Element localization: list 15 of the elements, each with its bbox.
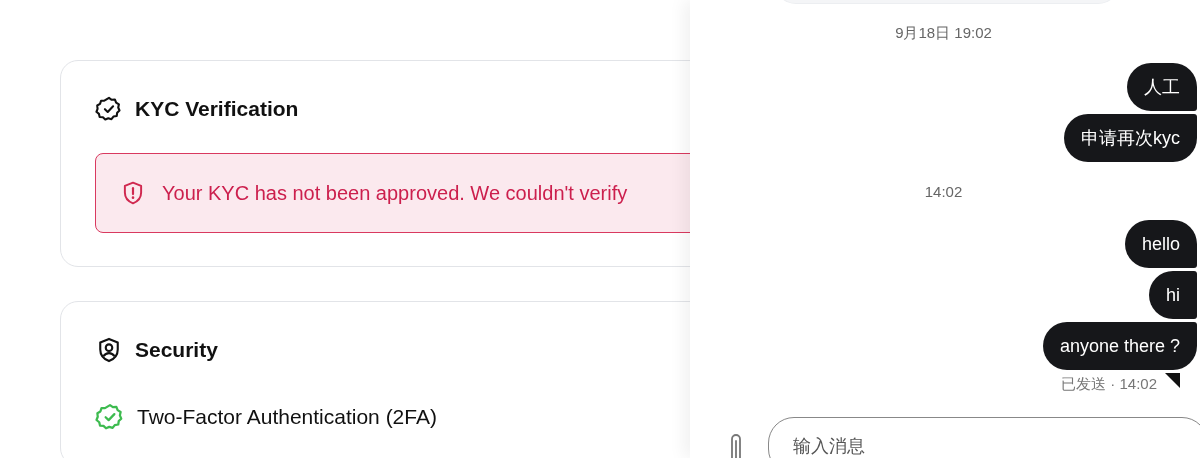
verified-badge-icon bbox=[95, 95, 123, 123]
card-title: KYC Verification bbox=[135, 97, 299, 121]
setting-label: Two-Factor Authentication (2FA) bbox=[137, 405, 437, 429]
message-input[interactable]: 输入消息 bbox=[768, 417, 1200, 458]
card-title: Security bbox=[135, 338, 218, 362]
message-bubble: 申请再次kyc bbox=[1064, 114, 1197, 162]
timestamp: 9月18日 19:02 bbox=[895, 23, 992, 43]
triangle-icon bbox=[1165, 373, 1180, 388]
timestamp: 14:02 bbox=[924, 182, 963, 202]
message-bubble: hi bbox=[1149, 271, 1197, 319]
message-status: 已发送 · 14:02 bbox=[1061, 374, 1157, 394]
message-bubble: hello bbox=[1124, 220, 1197, 268]
alert-message: Your KYC has not been approved. We couldn't verify bbox=[162, 181, 628, 205]
message-bubble: anyone there ? bbox=[1042, 322, 1197, 370]
message-bubble: 人工 bbox=[1127, 63, 1197, 111]
